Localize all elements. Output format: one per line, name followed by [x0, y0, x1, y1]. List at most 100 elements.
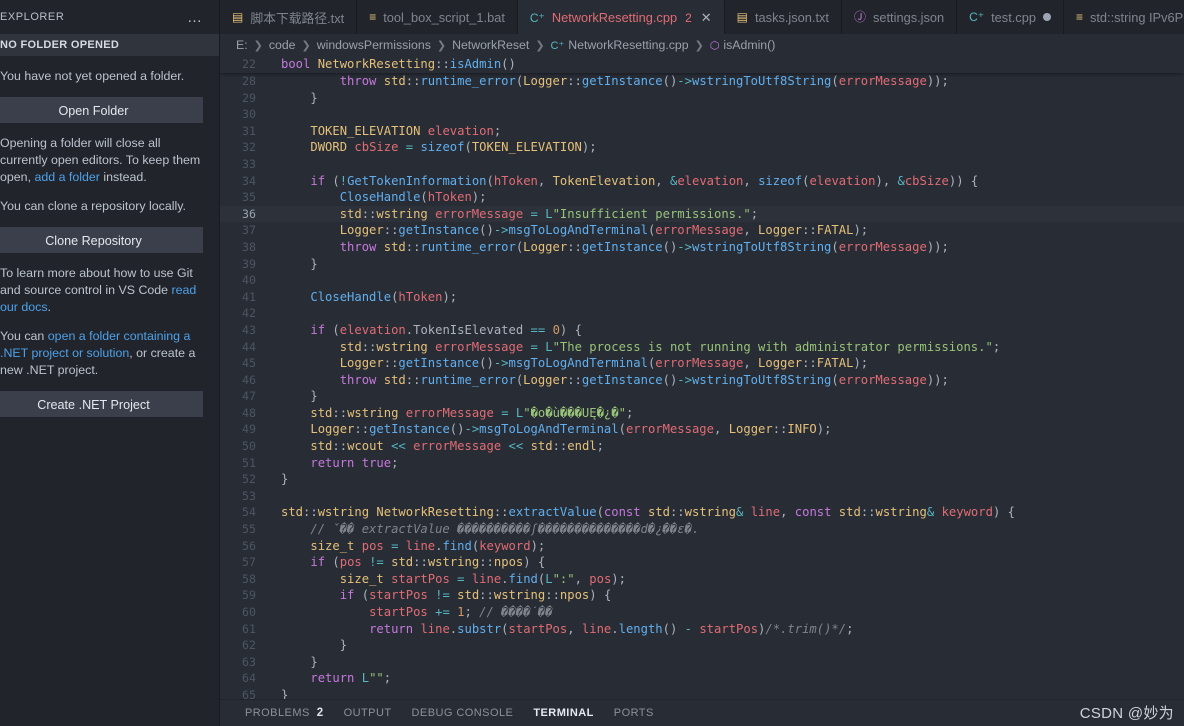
method-icon: ⬡: [710, 40, 724, 52]
code-line[interactable]: 39 }: [220, 256, 1184, 273]
code-line[interactable]: 59 if (startPos != std::wstring::npos) {: [220, 587, 1184, 604]
code-line[interactable]: 65}: [220, 687, 1184, 699]
code-line[interactable]: 51 return true;: [220, 455, 1184, 472]
editor-tab[interactable]: C⁺test.cpp: [957, 0, 1064, 34]
code-line[interactable]: 58 size_t startPos = line.find(L":", pos…: [220, 571, 1184, 588]
editor-tab[interactable]: ≡tool_box_script_1.bat: [357, 0, 518, 34]
breadcrumb-label: NetworkReset: [452, 38, 529, 52]
no-folder-opened-section-header[interactable]: NO FOLDER OPENED: [0, 34, 219, 56]
dotnet-message: You can open a folder containing a .NET …: [0, 328, 205, 379]
sticky-scroll-header[interactable]: 22 bool NetworkResetting::isAdmin(): [220, 56, 1184, 73]
window-body: EXPLORER … NO FOLDER OPENED You have not…: [0, 0, 1184, 726]
add-a-folder-link[interactable]: add a folder: [34, 170, 99, 184]
code-lines: 28 throw std::runtime_error(Logger::getI…: [220, 56, 1184, 699]
code-line[interactable]: 61 return line.substr(startPos, line.len…: [220, 621, 1184, 638]
code-line-text: CloseHandle(hToken);: [270, 289, 457, 306]
clone-repository-button[interactable]: Clone Repository: [0, 227, 203, 253]
line-number: 56: [220, 538, 270, 555]
code-line[interactable]: 45 Logger::getInstance()->msgToLogAndTer…: [220, 355, 1184, 372]
code-line-text: }: [270, 654, 318, 671]
code-line-text: throw std::runtime_error(Logger::getInst…: [270, 372, 949, 389]
txt-file-icon: ▤: [232, 11, 243, 23]
breadcrumb-separator-icon: ❯: [530, 39, 549, 52]
editor-tab[interactable]: C⁺NetworkResetting.cpp2✕: [518, 0, 725, 34]
code-line[interactable]: 33: [220, 156, 1184, 173]
line-number: 63: [220, 654, 270, 671]
line-number: 41: [220, 289, 270, 306]
code-line-text: Logger::getInstance()->msgToLogAndTermin…: [270, 355, 868, 372]
code-line[interactable]: 38 throw std::runtime_error(Logger::getI…: [220, 239, 1184, 256]
code-line[interactable]: 32 DWORD cbSize = sizeof(TOKEN_ELEVATION…: [220, 139, 1184, 156]
breadcrumb-item[interactable]: C⁺NetworkResetting.cpp: [550, 38, 690, 52]
code-line[interactable]: 55 // ˇ�� extractValue ����������ʃ������…: [220, 521, 1184, 538]
breadcrumb-item[interactable]: windowsPermissions: [316, 38, 432, 52]
code-line[interactable]: 56 size_t pos = line.find(keyword);: [220, 538, 1184, 555]
code-line-text: startPos += 1; // ����˙��: [270, 604, 553, 621]
code-line[interactable]: 41 CloseHandle(hToken);: [220, 289, 1184, 306]
code-line[interactable]: 36 std::wstring errorMessage = L"Insuffi…: [220, 206, 1184, 223]
code-line[interactable]: 43 if (elevation.TokenIsElevated == 0) {: [220, 322, 1184, 339]
line-number: 64: [220, 670, 270, 687]
editor-tab[interactable]: ▤脚本下载路径.txt: [220, 0, 357, 34]
breadcrumb-separator-icon: ❯: [249, 39, 268, 52]
line-number: 46: [220, 372, 270, 389]
line-number: 37: [220, 222, 270, 239]
code-line[interactable]: 40: [220, 272, 1184, 289]
panel-tab[interactable]: DEBUG CONSOLE: [402, 700, 524, 726]
code-line[interactable]: 28 throw std::runtime_error(Logger::getI…: [220, 73, 1184, 90]
panel-tab[interactable]: PROBLEMS2: [235, 700, 334, 726]
sticky-line-code: bool NetworkResetting::isAdmin(): [270, 56, 516, 73]
editor-tab[interactable]: ≡std::string IPv6Protocol: [1064, 0, 1184, 34]
line-number: 49: [220, 421, 270, 438]
line-number: 31: [220, 123, 270, 140]
code-line[interactable]: 63 }: [220, 654, 1184, 671]
code-line[interactable]: 49 Logger::getInstance()->msgToLogAndTer…: [220, 421, 1184, 438]
code-line[interactable]: 44 std::wstring errorMessage = L"The pro…: [220, 339, 1184, 356]
panel-tab[interactable]: OUTPUT: [334, 700, 402, 726]
code-line[interactable]: 30: [220, 106, 1184, 123]
code-line[interactable]: 46 throw std::runtime_error(Logger::getI…: [220, 372, 1184, 389]
more-actions-icon[interactable]: …: [187, 10, 211, 25]
code-line-text: // ˇ�� extractValue ����������ʃ���������…: [270, 521, 699, 538]
breadcrumb-item[interactable]: E:: [235, 38, 249, 52]
code-line[interactable]: 52}: [220, 471, 1184, 488]
unsaved-indicator-icon[interactable]: [1043, 13, 1051, 21]
breadcrumb-item[interactable]: NetworkReset: [451, 38, 530, 52]
cpp-file-icon: C⁺: [530, 12, 545, 24]
code-line-text: }: [270, 90, 318, 107]
code-line-text: return true;: [270, 455, 398, 472]
panel-tab[interactable]: PORTS: [604, 700, 664, 726]
breadcrumb-item[interactable]: code: [268, 38, 297, 52]
close-tab-icon[interactable]: ✕: [701, 10, 712, 26]
git-docs-message: To learn more about how to use Git and s…: [0, 265, 205, 316]
code-line[interactable]: 50 std::wcout << errorMessage << std::en…: [220, 438, 1184, 455]
code-line[interactable]: 34 if (!GetTokenInformation(hToken, Toke…: [220, 173, 1184, 190]
code-line[interactable]: 57 if (pos != std::wstring::npos) {: [220, 554, 1184, 571]
code-line[interactable]: 64 return L"";: [220, 670, 1184, 687]
code-line[interactable]: 47 }: [220, 388, 1184, 405]
code-line[interactable]: 54std::wstring NetworkResetting::extract…: [220, 504, 1184, 521]
code-line[interactable]: 48 std::wstring errorMessage = L"�o�ù���…: [220, 405, 1184, 422]
dotnet-a: You can: [0, 329, 48, 343]
code-line[interactable]: 62 }: [220, 637, 1184, 654]
cpp-file-icon: C⁺: [969, 11, 984, 23]
breadcrumb-item[interactable]: ⬡isAdmin(): [709, 38, 777, 52]
code-line[interactable]: 42: [220, 305, 1184, 322]
code-editor[interactable]: 22 bool NetworkResetting::isAdmin() 28 t…: [220, 56, 1184, 699]
panel-tab-label: OUTPUT: [344, 700, 392, 726]
code-line[interactable]: 35 CloseHandle(hToken);: [220, 189, 1184, 206]
create-dotnet-project-button[interactable]: Create .NET Project: [0, 391, 203, 417]
editor-tab-problem-count: 2: [685, 11, 692, 25]
code-line[interactable]: 29 }: [220, 90, 1184, 107]
explorer-empty-body: You have not yet opened a folder. Open F…: [0, 56, 219, 417]
panel-tab[interactable]: TERMINAL: [523, 700, 603, 726]
code-line[interactable]: 60 startPos += 1; // ����˙��: [220, 604, 1184, 621]
code-line[interactable]: 31 TOKEN_ELEVATION elevation;: [220, 123, 1184, 140]
editor-tab[interactable]: ▤tasks.json.txt: [725, 0, 842, 34]
open-folder-button[interactable]: Open Folder: [0, 97, 203, 123]
code-line[interactable]: 37 Logger::getInstance()->msgToLogAndTer…: [220, 222, 1184, 239]
code-line[interactable]: 53: [220, 488, 1184, 505]
line-number: 35: [220, 189, 270, 206]
line-number: 60: [220, 604, 270, 621]
editor-tab[interactable]: Ⓙsettings.json: [842, 0, 957, 34]
